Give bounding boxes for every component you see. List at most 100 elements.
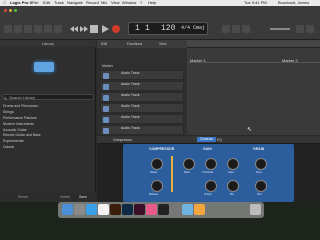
track-row[interactable]: Audio Track bbox=[100, 114, 184, 124]
record-icon[interactable] bbox=[112, 25, 120, 33]
zoom-window-icon[interactable] bbox=[14, 9, 17, 12]
knob-label: Release bbox=[149, 193, 159, 196]
metronome-icon[interactable] bbox=[242, 25, 250, 33]
library-icon[interactable] bbox=[4, 25, 12, 33]
knob-label: Drive bbox=[256, 171, 262, 174]
attack-knob[interactable] bbox=[151, 158, 163, 170]
track-row[interactable]: Audio Track bbox=[100, 103, 184, 113]
knob-label: Ratio bbox=[184, 171, 190, 174]
waveform-icon bbox=[103, 128, 109, 134]
lcd-bar: 1 bbox=[135, 24, 140, 33]
stop-icon[interactable] bbox=[90, 25, 98, 33]
library-title: Library bbox=[0, 40, 96, 47]
close-window-icon[interactable] bbox=[4, 9, 7, 12]
release-knob[interactable] bbox=[151, 180, 163, 192]
settings-icon[interactable] bbox=[170, 204, 181, 215]
launchpad-icon[interactable] bbox=[74, 204, 85, 215]
notepad-icon[interactable] bbox=[296, 25, 304, 33]
ratio-knob[interactable] bbox=[183, 158, 195, 170]
editors-icon[interactable] bbox=[54, 25, 62, 33]
arrange-area[interactable] bbox=[187, 40, 320, 135]
view-menu[interactable]: View bbox=[159, 42, 167, 46]
functions-menu[interactable]: Functions bbox=[127, 42, 142, 46]
lcd-sig: 4/4 bbox=[181, 25, 191, 31]
track-name: Audio Track bbox=[121, 115, 140, 119]
track-row[interactable]: Audio Track bbox=[100, 70, 184, 80]
photoshop-icon[interactable] bbox=[122, 204, 133, 215]
smart-controls-title: Compressor bbox=[113, 138, 133, 142]
marker-2[interactable]: Marker 2 bbox=[282, 58, 298, 63]
waveform-icon bbox=[103, 106, 109, 112]
inspector-icon[interactable] bbox=[14, 25, 22, 33]
library-item[interactable]: Classic bbox=[3, 145, 93, 150]
music-icon[interactable] bbox=[146, 204, 157, 215]
tab-eq[interactable]: EQ bbox=[217, 138, 222, 142]
smart-controls-icon[interactable] bbox=[34, 25, 42, 33]
cycle-icon[interactable] bbox=[222, 25, 230, 33]
library-item[interactable]: Strings bbox=[3, 110, 93, 115]
library-revert-button[interactable]: Revert bbox=[18, 195, 28, 199]
knob-label: Mix bbox=[230, 193, 234, 196]
mixer-icon[interactable] bbox=[44, 25, 52, 33]
smart-controls-header: Compressor Controls EQ bbox=[97, 136, 320, 144]
lcd-beat: 1 bbox=[145, 24, 150, 33]
mix-knob[interactable] bbox=[227, 180, 239, 192]
library-item[interactable]: Modern Instruments bbox=[3, 122, 93, 127]
knob-label: Threshold bbox=[202, 171, 214, 174]
preview-icon[interactable] bbox=[182, 204, 193, 215]
edit-menu[interactable]: Edit bbox=[101, 42, 107, 46]
indesign-icon[interactable] bbox=[134, 204, 145, 215]
waveform-icon bbox=[103, 95, 109, 101]
logic-icon[interactable] bbox=[158, 204, 169, 215]
tab-controls[interactable]: Controls bbox=[197, 137, 217, 142]
track-name: Audio Track bbox=[121, 82, 140, 86]
loop-browser-icon[interactable] bbox=[306, 25, 314, 33]
library-item[interactable]: Experimental bbox=[3, 139, 93, 144]
forward-icon[interactable] bbox=[80, 25, 88, 33]
track-name: Audio Track bbox=[121, 126, 140, 130]
waveform-icon bbox=[103, 73, 109, 79]
knob-label: Output bbox=[204, 193, 212, 196]
section-grain: GRAIN bbox=[253, 147, 265, 151]
library-item[interactable]: Electric Guitar and Bass bbox=[3, 133, 93, 138]
track-row[interactable]: Audio Track bbox=[100, 125, 184, 135]
section-compressor: COMPRESSOR bbox=[149, 147, 175, 151]
finder-icon[interactable] bbox=[62, 204, 73, 215]
output-knob[interactable] bbox=[205, 180, 217, 192]
section-gain: GAIN bbox=[203, 147, 212, 151]
marker-lane bbox=[187, 62, 320, 63]
tuner-icon[interactable] bbox=[232, 25, 240, 33]
patch-icon[interactable] bbox=[34, 62, 54, 72]
library-save-button[interactable]: Save bbox=[79, 195, 87, 199]
illustrator-icon[interactable] bbox=[110, 204, 121, 215]
master-volume-slider[interactable] bbox=[270, 28, 290, 30]
lcd-display[interactable]: 1 1 120 4/4 Cmaj bbox=[128, 22, 208, 35]
threshold-knob[interactable] bbox=[205, 158, 217, 170]
gain-meter bbox=[171, 156, 173, 192]
library-item[interactable]: Drums and Percussion bbox=[3, 104, 93, 109]
calendar-icon[interactable] bbox=[98, 204, 109, 215]
timeline-ruler[interactable] bbox=[187, 40, 320, 48]
help-icon[interactable] bbox=[24, 25, 32, 33]
library-search-input[interactable]: Search Library bbox=[2, 94, 94, 100]
library-delete-button[interactable]: Delete bbox=[60, 195, 70, 199]
trash-icon[interactable] bbox=[250, 204, 261, 215]
waveform-icon bbox=[103, 117, 109, 123]
minimize-window-icon[interactable] bbox=[9, 9, 12, 12]
input-knob[interactable] bbox=[227, 158, 239, 170]
photos-icon[interactable] bbox=[194, 204, 205, 215]
play-icon[interactable] bbox=[101, 25, 109, 33]
library-item[interactable]: Performance Patches bbox=[3, 116, 93, 121]
safari-icon[interactable] bbox=[86, 204, 97, 215]
track-name: Audio Track bbox=[121, 104, 140, 108]
track-row[interactable]: Audio Track bbox=[100, 92, 184, 102]
mouse-cursor-icon: ↖ bbox=[247, 127, 253, 133]
track-row[interactable]: Audio Track bbox=[100, 81, 184, 91]
track-name: Audio Track bbox=[121, 71, 140, 75]
knob-label: Attack bbox=[150, 171, 157, 174]
rewind-icon[interactable] bbox=[70, 25, 78, 33]
marker-1[interactable]: Marker 1 bbox=[190, 58, 206, 63]
drive-knob[interactable] bbox=[255, 158, 267, 170]
search-icon bbox=[4, 96, 8, 101]
wet-knob[interactable] bbox=[255, 180, 267, 192]
